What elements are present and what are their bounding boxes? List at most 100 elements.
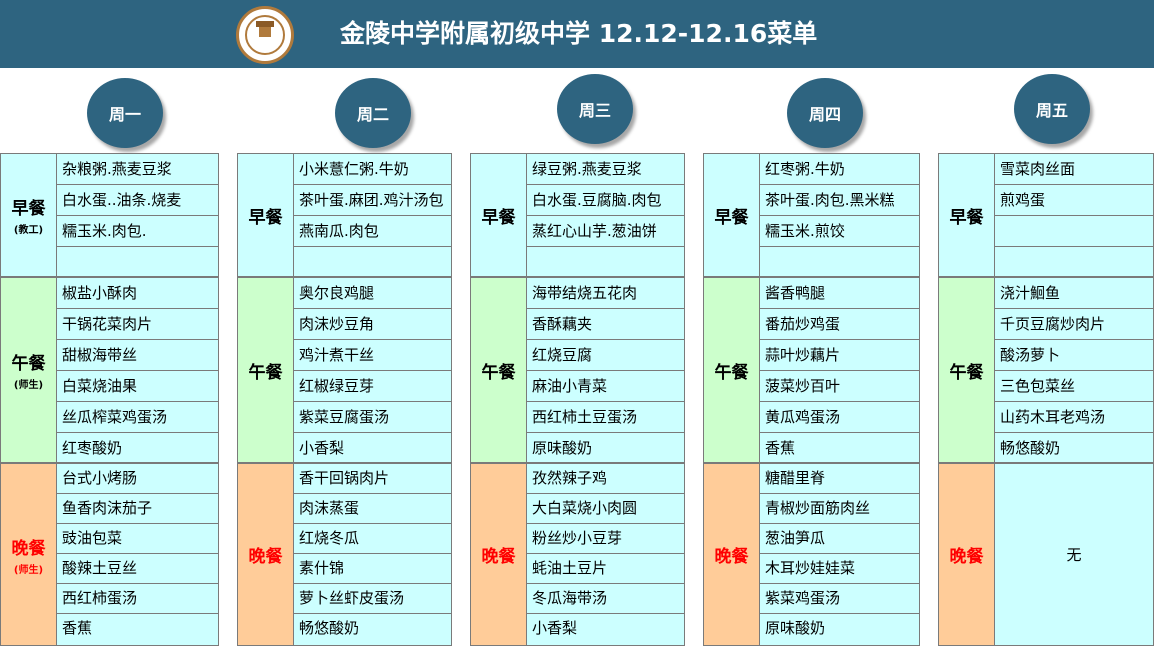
dish-cell: 干锅花菜肉片: [57, 309, 218, 340]
dish-cell: 白菜烧油果: [57, 371, 218, 402]
dish-cell: 木耳炒娃娃菜: [760, 554, 919, 584]
lunch-label: 午餐: [704, 278, 760, 462]
breakfast-label: 早餐 (教工): [1, 154, 57, 276]
dish-cell: 糖醋里脊: [760, 464, 919, 494]
dish-cell: 白水蛋.豆腐脑.肉包: [527, 185, 684, 216]
dish-cell: [995, 216, 1153, 247]
dish-cell: [527, 247, 684, 276]
lunch-block: 午餐 酱香鸭腿 番茄炒鸡蛋 蒜叶炒藕片 菠菜炒百叶 黄瓜鸡蛋汤 香蕉: [703, 277, 920, 463]
menu-column-mon: 早餐 (教工) 杂粮粥.燕麦豆浆 白水蛋..油条.烧麦 糯玉米.肉包. 午餐 (师生) 椒盐小…: [0, 153, 219, 646]
dinner-name: 晚餐: [11, 538, 46, 559]
breakfast-items: 雪菜肉丝面 煎鸡蛋: [995, 154, 1153, 276]
breakfast-label: 早餐: [704, 154, 760, 276]
dinner-name: 晚餐: [949, 547, 984, 567]
dish-cell: 香蕉: [57, 614, 218, 645]
dish-cell: 红椒绿豆芽: [294, 371, 451, 402]
dish-cell: 香干回锅肉片: [294, 464, 451, 494]
day-circle-tue: 周二: [335, 78, 411, 148]
dish-cell: 葱油笋瓜: [760, 524, 919, 554]
breakfast-block: 早餐 雪菜肉丝面 煎鸡蛋: [938, 153, 1154, 277]
dish-cell: 红枣酸奶: [57, 433, 218, 462]
lunch-name: 午餐: [949, 362, 984, 383]
menu-column-fri: 早餐 雪菜肉丝面 煎鸡蛋午餐 浇汁鮰鱼 千页豆腐炒肉片 酸汤萝卜 三色包菜丝 山药木耳老鸡汤畅…: [938, 153, 1154, 646]
lunch-name: 午餐: [714, 362, 749, 383]
dish-cell: 青椒炒面筋肉丝: [760, 494, 919, 524]
dish-cell: 红烧豆腐: [527, 340, 684, 371]
dish-cell: 孜然辣子鸡: [527, 464, 684, 494]
dish-cell: 浇汁鮰鱼: [995, 278, 1153, 309]
dish-cell: 红烧冬瓜: [294, 524, 451, 554]
dish-cell: 丝瓜榨菜鸡蛋汤: [57, 402, 218, 433]
dish-cell: 肉沫炒豆角: [294, 309, 451, 340]
menu-column-tue: 早餐 小米薏仁粥.牛奶 茶叶蛋.麻团.鸡汁汤包 燕南瓜.肉包 午餐 奥尔良鸡腿 肉沫炒豆角鸡…: [237, 153, 452, 646]
dish-cell: 鸡汁煮干丝: [294, 340, 451, 371]
dish-cell: 台式小烤肠: [57, 464, 218, 494]
dinner-name: 晚餐: [481, 547, 516, 567]
dinner-label: 晚餐: [471, 464, 527, 645]
day-circle-mon: 周一: [87, 78, 163, 148]
breakfast-name: 早餐: [11, 199, 46, 219]
dinner-label: 晚餐: [939, 464, 995, 645]
lunch-label: 午餐 (师生): [1, 278, 57, 462]
breakfast-name: 早餐: [714, 207, 749, 228]
dish-cell: [995, 247, 1153, 276]
dish-cell: 椒盐小酥肉: [57, 278, 218, 309]
dinner-items: 香干回锅肉片 肉沫蒸蛋 红烧冬瓜 素什锦 萝卜丝虾皮蛋汤 畅悠酸奶: [294, 464, 451, 645]
dish-cell: 千页豆腐炒肉片: [995, 309, 1153, 340]
dish-cell: 小米薏仁粥.牛奶: [294, 154, 451, 185]
lunch-block: 午餐 奥尔良鸡腿 肉沫炒豆角 鸡汁煮干丝 红椒绿豆芽 紫菜豆腐蛋汤 小香梨: [237, 277, 452, 463]
dish-cell: 三色包菜丝: [995, 371, 1153, 402]
dish-cell: 番茄炒鸡蛋: [760, 309, 919, 340]
lunch-note: (师生): [13, 380, 44, 391]
dinner-items: 台式小烤肠 鱼香肉沫茄子 豉油包菜 酸辣土豆丝 西红柿蛋汤 香蕉: [57, 464, 218, 645]
day-circle-wed: 周三: [557, 74, 633, 144]
dish-cell: 糯玉米.肉包.: [57, 216, 218, 247]
menu-column-wed: 早餐 绿豆粥.燕麦豆浆 白水蛋.豆腐脑.肉包 蒸红心山芋.葱油饼 午餐 海带结烧五花肉 香酥…: [470, 153, 685, 646]
lunch-items: 椒盐小酥肉 干锅花菜肉片 甜椒海带丝 白菜烧油果 丝瓜榨菜鸡蛋汤 红枣酸奶: [57, 278, 218, 462]
dish-cell: 黄瓜鸡蛋汤: [760, 402, 919, 433]
dish-cell: 原味酸奶: [760, 614, 919, 645]
dish-cell: 冬瓜海带汤: [527, 584, 684, 614]
breakfast-name: 早餐: [949, 207, 984, 228]
dish-cell: 肉沫蒸蛋: [294, 494, 451, 524]
dish-cell: 紫菜豆腐蛋汤: [294, 402, 451, 433]
dinner-block: 晚餐无: [938, 463, 1154, 646]
dinner-items: 孜然辣子鸡 大白菜烧小肉圆 粉丝炒小豆芽 蚝油土豆片 冬瓜海带汤 小香梨: [527, 464, 684, 645]
lunch-items: 浇汁鮰鱼 千页豆腐炒肉片 酸汤萝卜 三色包菜丝 山药木耳老鸡汤 畅悠酸奶: [995, 278, 1153, 462]
dinner-block: 晚餐 糖醋里脊 青椒炒面筋肉丝 葱油笋瓜 木耳炒娃娃菜 紫菜鸡蛋汤 原味酸奶: [703, 463, 920, 646]
dish-cell: 绿豆粥.燕麦豆浆: [527, 154, 684, 185]
dish-cell: 白水蛋..油条.烧麦: [57, 185, 218, 216]
breakfast-block: 早餐 红枣粥.牛奶 茶叶蛋.肉包.黑米糕 糯玉米.煎饺: [703, 153, 920, 277]
dish-cell: 糯玉米.煎饺: [760, 216, 919, 247]
dish-cell: 畅悠酸奶: [995, 433, 1153, 462]
breakfast-name: 早餐: [481, 207, 516, 228]
dish-cell: 燕南瓜.肉包: [294, 216, 451, 247]
dish-cell: 菠菜炒百叶: [760, 371, 919, 402]
dish-cell: 杂粮粥.燕麦豆浆: [57, 154, 218, 185]
dish-cell: 香酥藕夹: [527, 309, 684, 340]
lunch-items: 奥尔良鸡腿 肉沫炒豆角 鸡汁煮干丝 红椒绿豆芽 紫菜豆腐蛋汤 小香梨: [294, 278, 451, 462]
day-circle-thu: 周四: [787, 78, 863, 148]
dish-cell: 小香梨: [527, 614, 684, 645]
dish-cell: 紫菜鸡蛋汤: [760, 584, 919, 614]
dish-cell: 蚝油土豆片: [527, 554, 684, 584]
breakfast-name: 早餐: [248, 207, 283, 228]
lunch-items: 海带结烧五花肉 香酥藕夹 红烧豆腐 麻油小青菜 西红柿土豆蛋汤 原味酸奶: [527, 278, 684, 462]
breakfast-items: 小米薏仁粥.牛奶 茶叶蛋.麻团.鸡汁汤包 燕南瓜.肉包: [294, 154, 451, 276]
dish-cell: 鱼香肉沫茄子: [57, 494, 218, 524]
breakfast-label: 早餐: [471, 154, 527, 276]
dish-cell: 蒜叶炒藕片: [760, 340, 919, 371]
dish-cell: 山药木耳老鸡汤: [995, 402, 1153, 433]
menu-column-thu: 早餐 红枣粥.牛奶 茶叶蛋.肉包.黑米糕 糯玉米.煎饺午餐 酱香鸭腿 番茄炒鸡蛋 蒜叶炒藕片…: [703, 153, 920, 646]
lunch-name: 午餐: [11, 354, 46, 374]
dish-cell: 西红柿土豆蛋汤: [527, 402, 684, 433]
breakfast-items: 杂粮粥.燕麦豆浆 白水蛋..油条.烧麦 糯玉米.肉包.: [57, 154, 218, 276]
dish-cell: 萝卜丝虾皮蛋汤: [294, 584, 451, 614]
lunch-block: 午餐 海带结烧五花肉 香酥藕夹 红烧豆腐 麻油小青菜 西红柿土豆蛋汤 原味酸奶: [470, 277, 685, 463]
dish-cell: 酱香鸭腿: [760, 278, 919, 309]
dish-cell: 大白菜烧小肉圆: [527, 494, 684, 524]
dish-cell: 煎鸡蛋: [995, 185, 1153, 216]
breakfast-label: 早餐: [238, 154, 294, 276]
lunch-label: 午餐: [939, 278, 995, 462]
breakfast-block: 早餐 (教工) 杂粮粥.燕麦豆浆 白水蛋..油条.烧麦 糯玉米.肉包.: [0, 153, 219, 277]
